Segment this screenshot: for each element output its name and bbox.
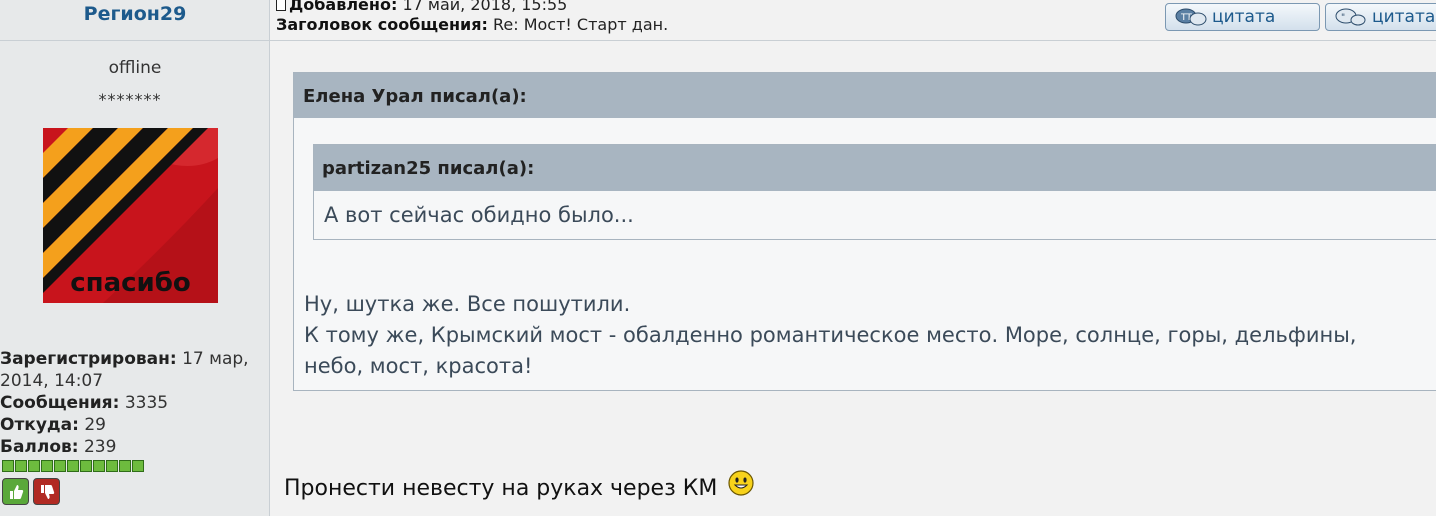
- online-status: offline: [108, 58, 162, 78]
- thumbs-up-button[interactable]: [2, 478, 29, 505]
- posts-label: Сообщения:: [0, 393, 120, 413]
- smiley-icon: [728, 470, 754, 496]
- outer-quote-text: Ну, шутка же. Все пошутили. К тому же, К…: [304, 289, 1436, 382]
- reputation-pip: [54, 460, 66, 472]
- quote-button-2[interactable]: " цитата: [1325, 3, 1436, 31]
- from-label: Откуда:: [0, 415, 79, 435]
- outer-quote-line: Ну, шутка же. Все пошутили.: [304, 292, 631, 316]
- reputation-pip: [132, 460, 144, 472]
- quote-button[interactable]: TT цитата: [1165, 3, 1320, 31]
- reputation-pip: [67, 460, 79, 472]
- points-row: Баллов: 239: [0, 436, 268, 458]
- speech-bubbles-icon: ": [1335, 8, 1366, 26]
- post-header: Добавлено: 17 май, 2018, 15:55 Заголовок…: [270, 0, 1436, 41]
- reputation-pip: [28, 460, 40, 472]
- added-value: 17 май, 2018, 15:55: [402, 0, 568, 14]
- reputation-pip: [119, 460, 131, 472]
- outer-quote-line: К тому же, Крымский мост - обалденно ром…: [304, 323, 1357, 347]
- user-profile-info: Зарегистрирован: 17 мар, 2014, 14:07 Соо…: [0, 348, 268, 458]
- svg-text:": ": [1341, 13, 1345, 23]
- post-date-line: Добавлено: 17 май, 2018, 15:55: [276, 0, 567, 14]
- avatar: спасибо: [43, 128, 218, 303]
- username-link[interactable]: Регион29: [84, 0, 187, 28]
- points-label: Баллов:: [0, 437, 79, 457]
- registered-row: Зарегистрирован: 17 мар, 2014, 14:07: [0, 348, 268, 392]
- speech-bubbles-icon: TT: [1175, 8, 1207, 26]
- posts-value: 3335: [124, 393, 169, 413]
- reputation-pip: [93, 460, 105, 472]
- reputation-pip: [106, 460, 118, 472]
- reputation-pip: [2, 460, 14, 472]
- quote-button-label: цитата: [1212, 7, 1276, 27]
- quote-button-2-label: цитата: [1372, 7, 1436, 27]
- registered-label: Зарегистрирован:: [0, 349, 177, 369]
- subject-label: Заголовок сообщения:: [276, 15, 488, 34]
- inner-quote-header: partizan25 писал(а):: [314, 145, 1436, 191]
- user-rank: *******: [98, 90, 162, 109]
- reputation-pip: [15, 460, 27, 472]
- post-icon: [276, 0, 286, 11]
- outer-quote-line: небо, мост, красота!: [304, 354, 533, 378]
- added-label: Добавлено:: [289, 0, 398, 14]
- inner-quote-text: А вот сейчас обидно было...: [324, 203, 634, 227]
- username-cell: Регион29: [0, 0, 270, 41]
- outer-quote: Елена Урал писал(а): partizan25 писал(а)…: [293, 72, 1436, 391]
- thumbs-down-button[interactable]: [33, 478, 60, 505]
- reputation-pip: [80, 460, 92, 472]
- subject-value: Re: Мост! Старт дан.: [492, 15, 669, 34]
- inner-quote: partizan25 писал(а): А вот сейчас обидно…: [313, 144, 1436, 240]
- user-sidebar: Регион29 offline ******* спасибо Зарегис…: [0, 0, 270, 516]
- reputation-pip: [41, 460, 53, 472]
- post-message: Пронести невесту на руках через КМ: [284, 470, 754, 501]
- points-value: 239: [83, 437, 117, 457]
- post-message-text: Пронести невесту на руках через КМ: [284, 476, 718, 501]
- thumbs-down-icon: [40, 484, 54, 499]
- post-subject-line: Заголовок сообщения: Re: Мост! Старт дан…: [276, 15, 668, 34]
- from-row: Откуда: 29: [0, 414, 268, 436]
- avatar-caption: спасибо: [70, 268, 191, 298]
- thumbs-up-icon: [9, 484, 23, 499]
- reputation-bar: [2, 460, 144, 472]
- posts-row: Сообщения: 3335: [0, 392, 268, 414]
- from-value: 29: [84, 415, 106, 435]
- outer-quote-header: Елена Урал писал(а):: [294, 73, 1436, 118]
- vote-buttons: [2, 478, 60, 505]
